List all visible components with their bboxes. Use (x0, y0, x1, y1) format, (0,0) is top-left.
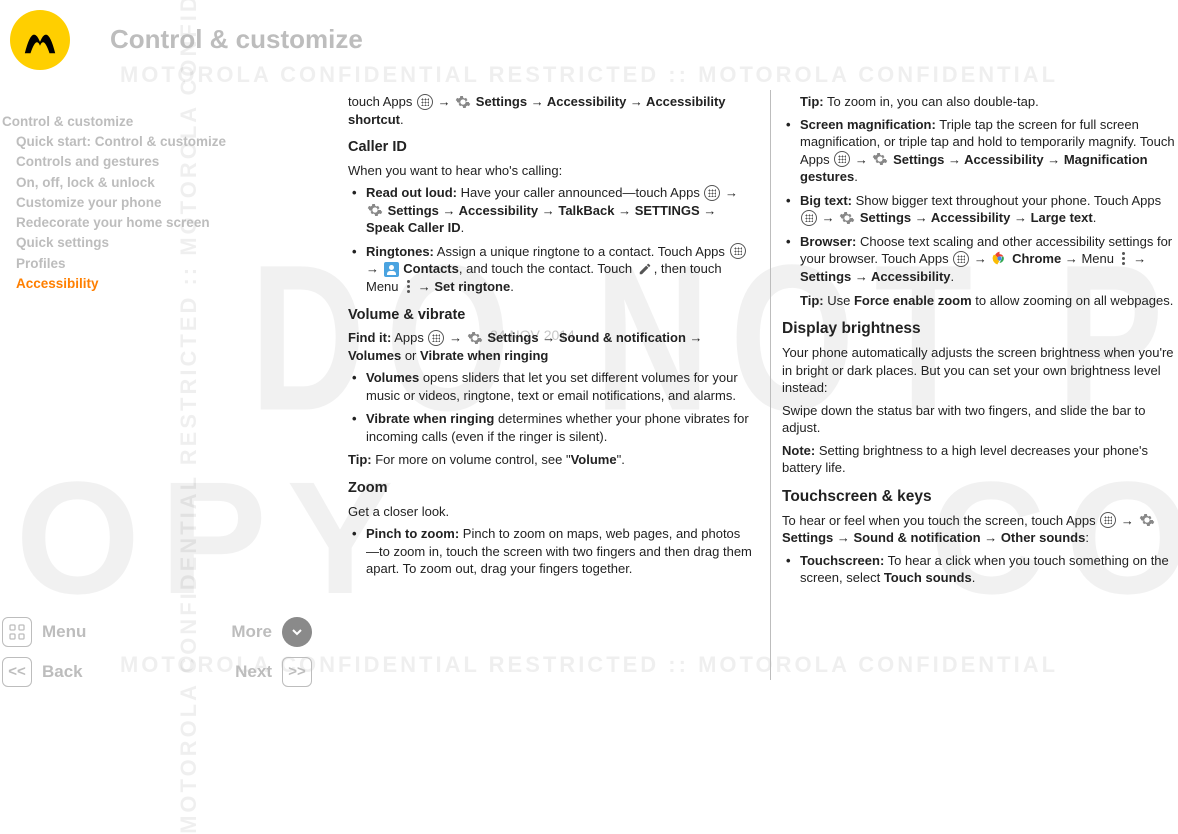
p-brightness-note: Note: Setting brightness to a high level… (782, 442, 1177, 477)
gear-icon (467, 330, 483, 346)
p-tip-double-tap: Tip: To zoom in, you can also double-tap… (782, 93, 1177, 111)
nav-control-customize[interactable]: Control & customize (2, 113, 312, 133)
li-touchscreen: Touchscreen: To hear a click when you to… (782, 552, 1177, 587)
menu-dots-icon (403, 279, 413, 295)
apps-icon (1100, 512, 1116, 528)
apps-icon (428, 330, 444, 346)
heading-volume-vibrate: Volume & vibrate (348, 306, 753, 326)
next-label[interactable]: Next (235, 661, 272, 684)
apps-icon (704, 185, 720, 201)
gear-icon (367, 202, 383, 218)
heading-caller-id: Caller ID (348, 138, 753, 158)
p-brightness-swipe: Swipe down the status bar with two finge… (782, 402, 1177, 437)
menu-dots-icon (1119, 251, 1129, 267)
contacts-icon (384, 262, 399, 277)
apps-icon (417, 94, 433, 110)
gear-icon (839, 210, 855, 226)
watermark-curve-top: MOTOROLA CONFIDENTIAL RESTRICTED :: MOTO… (0, 60, 1178, 90)
p-touchscreen-intro: To hear or feel when you touch the scree… (782, 512, 1177, 547)
p-zoom: Get a closer look. (348, 503, 753, 521)
section-nav: Control & customize Quick start: Control… (2, 113, 312, 295)
p-accessibility-shortcut: touch Apps → Settings → Accessibility → … (348, 93, 753, 128)
nav-redecorate-home[interactable]: Redecorate your home screen (2, 214, 312, 234)
p-tip-volume: Tip: For more on volume control, see "Vo… (348, 451, 753, 469)
nav-on-off-lock[interactable]: On, off, lock & unlock (2, 174, 312, 194)
menu-icon[interactable] (2, 617, 32, 647)
next-icon[interactable]: >> (282, 657, 312, 687)
li-screen-magnification: Screen magnification: Triple tap the scr… (782, 116, 1177, 186)
apps-icon (801, 210, 817, 226)
li-ringtones: Ringtones: Assign a unique ringtone to a… (348, 243, 753, 296)
back-icon[interactable]: << (2, 657, 32, 687)
menu-label[interactable]: Menu (42, 621, 86, 644)
more-label[interactable]: More (231, 621, 272, 644)
nav-profiles[interactable]: Profiles (2, 255, 312, 275)
heading-display-brightness: Display brightness (782, 319, 1177, 340)
gear-icon (872, 151, 888, 167)
content-column-1: touch Apps → Settings → Accessibility → … (348, 90, 753, 690)
gear-icon (455, 94, 471, 110)
heading-zoom: Zoom (348, 479, 753, 499)
column-divider (770, 90, 771, 680)
p-caller-id: When you want to hear who's calling: (348, 162, 753, 180)
li-volumes: Volumes opens sliders that let you set d… (348, 369, 753, 404)
nav-controls-gestures[interactable]: Controls and gestures (2, 153, 312, 173)
content-column-2: Tip: To zoom in, you can also double-tap… (782, 90, 1177, 690)
nav-quick-settings[interactable]: Quick settings (2, 234, 312, 254)
chrome-icon (991, 251, 1007, 267)
p-brightness-auto: Your phone automatically adjusts the scr… (782, 344, 1177, 397)
nav-accessibility[interactable]: Accessibility (2, 275, 312, 295)
nav-quick-start[interactable]: Quick start: Control & customize (2, 133, 312, 153)
motorola-logo (10, 10, 70, 70)
heading-touchscreen-keys: Touchscreen & keys (782, 487, 1177, 508)
apps-icon (730, 243, 746, 259)
li-vibrate-when-ringing: Vibrate when ringing determines whether … (348, 410, 753, 445)
more-icon[interactable] (282, 617, 312, 647)
back-label[interactable]: Back (42, 661, 83, 684)
li-browser: Browser: Choose text scaling and other a… (782, 233, 1177, 309)
page-title: Control & customize (110, 22, 363, 57)
li-read-out-loud: Read out loud: Have your caller announce… (348, 184, 753, 237)
pencil-icon (637, 261, 653, 277)
apps-icon (953, 251, 969, 267)
nav-customize-phone[interactable]: Customize your phone (2, 194, 312, 214)
bottom-nav: Menu More << Back Next >> (2, 612, 312, 692)
p-find-it-volume: Find it: Apps → Settings → Sound & notif… (348, 329, 753, 364)
gear-icon (1139, 512, 1155, 528)
li-pinch-to-zoom: Pinch to zoom: Pinch to zoom on maps, we… (348, 525, 753, 578)
apps-icon (834, 151, 850, 167)
li-big-text: Big text: Show bigger text throughout yo… (782, 192, 1177, 227)
